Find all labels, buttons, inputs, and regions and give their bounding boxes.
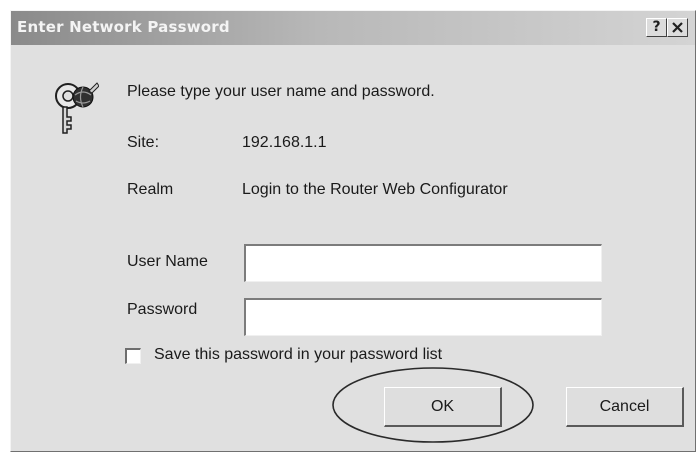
cancel-button[interactable]: Cancel [566, 387, 684, 427]
title-bar: Enter Network Password ? [11, 11, 695, 45]
prompt-text: Please type your user name and password. [127, 83, 435, 100]
ok-button[interactable]: OK [384, 387, 502, 427]
site-label: Site: [127, 134, 160, 151]
close-icon [672, 22, 683, 33]
password-label: Password [127, 301, 198, 318]
close-button[interactable] [667, 18, 688, 37]
network-password-dialog: Enter Network Password ? Please type you… [10, 10, 696, 452]
realm-value: Login to the Router Web Configurator [242, 181, 508, 198]
password-input[interactable] [244, 298, 602, 336]
site-value: 192.168.1.1 [242, 134, 327, 151]
save-password-checkbox[interactable] [125, 348, 141, 364]
user-name-label: User Name [127, 253, 208, 270]
dialog-title: Enter Network Password [17, 18, 230, 36]
help-button[interactable]: ? [646, 18, 667, 37]
realm-label: Realm [127, 181, 174, 198]
key-icon [55, 82, 99, 134]
save-password-label[interactable]: Save this password in your password list [154, 346, 442, 364]
user-name-input[interactable] [244, 244, 602, 282]
